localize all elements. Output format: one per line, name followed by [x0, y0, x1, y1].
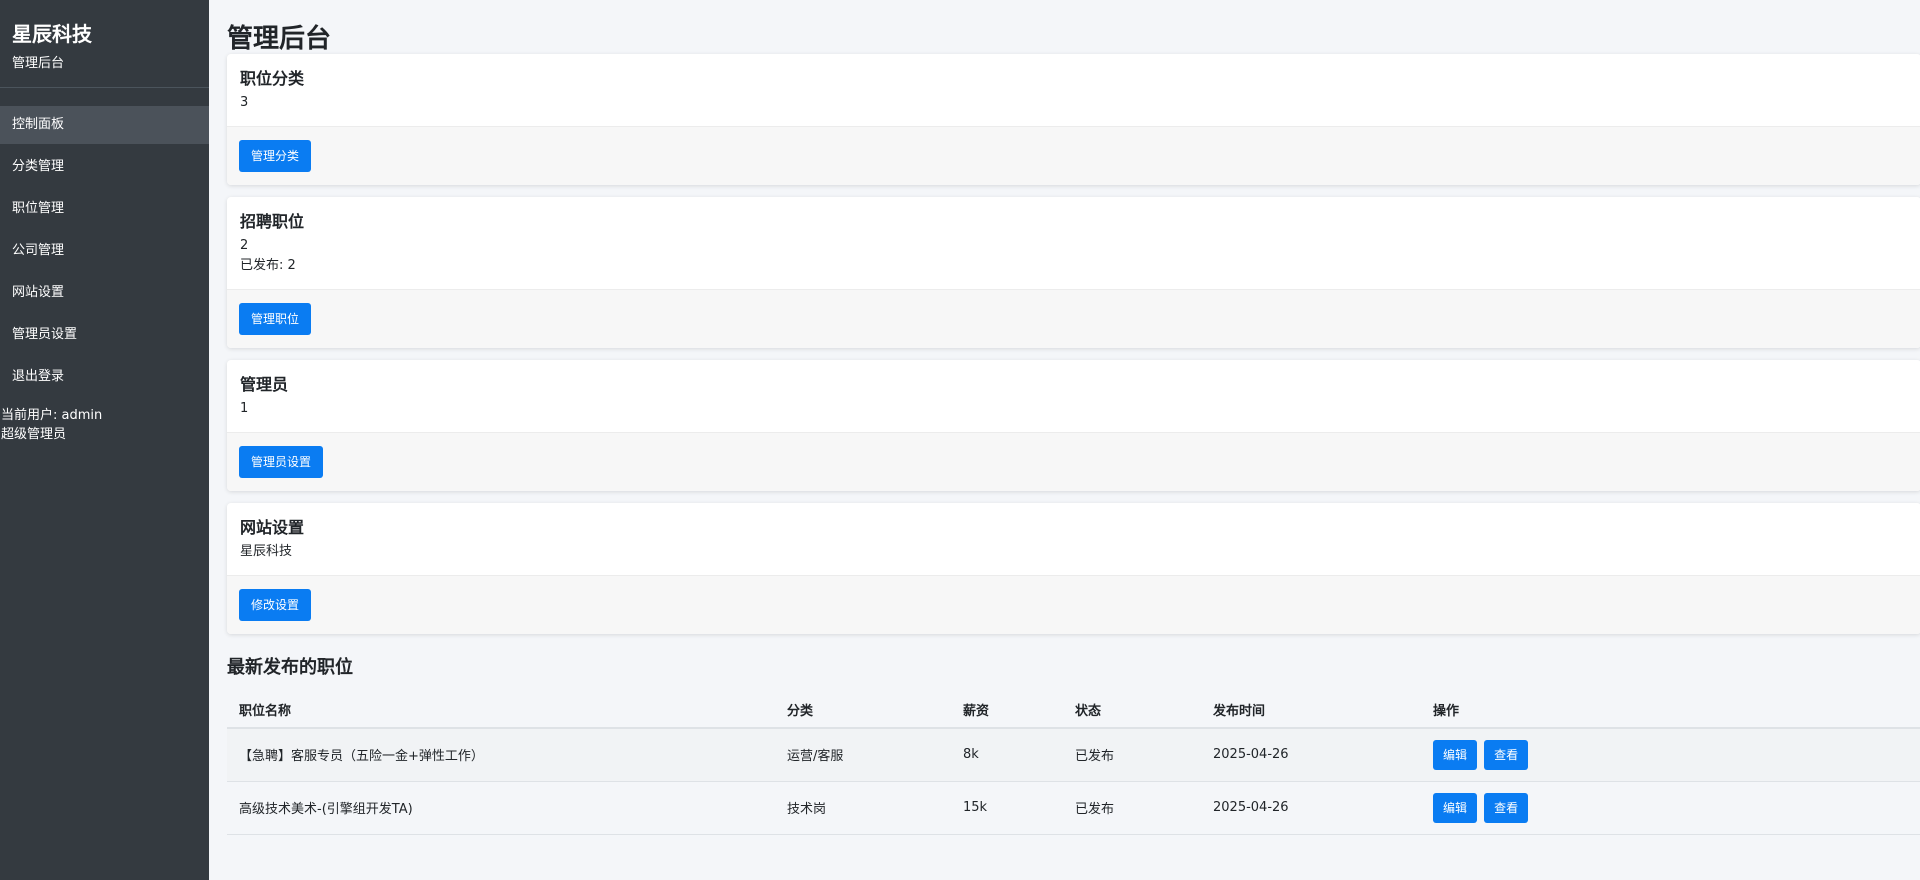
brand-subtitle: 管理后台: [12, 56, 65, 71]
card-title: 管理员: [240, 375, 289, 394]
job-date: 2025-04-26: [1201, 781, 1421, 835]
table-header-row: 职位名称 分类 薪资 状态 发布时间 操作: [227, 692, 1920, 729]
latest-jobs-title: 最新发布的职位: [227, 657, 353, 678]
job-actions: 编辑 查看: [1421, 781, 1920, 835]
admin-settings-button[interactable]: 管理员设置: [239, 446, 324, 478]
header-job-name: 职位名称: [227, 692, 775, 729]
manage-jobs-button[interactable]: 管理职位: [239, 303, 312, 335]
view-button[interactable]: 查看: [1484, 792, 1529, 823]
latest-jobs-table: 职位名称 分类 薪资 状态 发布时间 操作 【急聘】客服专员（五险一金+弹性工作…: [227, 692, 1920, 835]
card-title: 职位分类: [240, 69, 305, 88]
job-name: 【急聘】客服专员（五险一金+弹性工作）: [227, 728, 775, 782]
table-row: 高级技术美术-(引擎组开发TA) 技术岗 15k 已发布 2025-04-26 …: [227, 781, 1920, 835]
header-status: 状态: [1063, 692, 1201, 729]
job-actions: 编辑 查看: [1421, 728, 1920, 782]
card-value: 3: [240, 95, 249, 110]
card-footer: 管理分类: [227, 126, 1920, 185]
card-footer: 管理职位: [227, 289, 1920, 348]
card-site-settings: 网站设置 星辰科技 修改设置: [227, 503, 1920, 634]
header-category: 分类: [775, 692, 951, 729]
card-title: 招聘职位: [240, 212, 305, 231]
header-actions: 操作: [1421, 692, 1920, 729]
card-admins: 管理员 1 管理员设置: [227, 360, 1920, 491]
job-category: 技术岗: [775, 781, 951, 835]
card-body: 网站设置 星辰科技: [227, 503, 1920, 575]
job-status: 已发布: [1063, 728, 1201, 782]
sidebar-item-categories[interactable]: 分类管理: [0, 148, 209, 186]
view-button[interactable]: 查看: [1484, 739, 1529, 770]
job-category: 运营/客服: [775, 728, 951, 782]
card-value: 2: [240, 238, 249, 253]
header-salary: 薪资: [951, 692, 1063, 729]
card-body: 职位分类 3: [227, 54, 1920, 126]
main-content: 管理后台 职位分类 3 管理分类 招聘职位 2 已发布: 2 管理职位 管理员 …: [209, 0, 1920, 880]
header-publish-date: 发布时间: [1201, 692, 1421, 729]
edit-settings-button[interactable]: 修改设置: [239, 589, 312, 621]
sidebar-item-logout[interactable]: 退出登录: [0, 358, 209, 396]
job-status: 已发布: [1063, 781, 1201, 835]
sidebar-item-site-settings[interactable]: 网站设置: [0, 274, 209, 312]
brand: 星辰科技 管理后台: [0, 0, 209, 88]
sidebar-item-dashboard[interactable]: 控制面板: [0, 106, 209, 144]
job-salary: 15k: [951, 781, 1063, 835]
job-salary: 8k: [951, 728, 1063, 782]
job-date: 2025-04-26: [1201, 728, 1421, 782]
card-categories: 职位分类 3 管理分类: [227, 54, 1920, 185]
card-body: 管理员 1: [227, 360, 1920, 432]
current-user: 当前用户: admin: [1, 408, 103, 423]
sidebar-item-admin-settings[interactable]: 管理员设置: [0, 316, 209, 354]
table-row: 【急聘】客服专员（五险一金+弹性工作） 运营/客服 8k 已发布 2025-04…: [227, 728, 1920, 782]
page-title: 管理后台: [227, 24, 332, 54]
card-body: 招聘职位 2 已发布: 2: [227, 197, 1920, 289]
user-role: 超级管理员: [1, 427, 67, 442]
manage-categories-button[interactable]: 管理分类: [239, 140, 312, 172]
card-footer: 修改设置: [227, 575, 1920, 634]
card-value: 1: [240, 401, 249, 416]
card-jobs: 招聘职位 2 已发布: 2 管理职位: [227, 197, 1920, 348]
current-user-info: 当前用户: admin 超级管理员: [0, 406, 209, 444]
card-title: 网站设置: [240, 518, 305, 537]
card-published-count: 已发布: 2: [240, 258, 296, 273]
brand-title: 星辰科技: [12, 22, 92, 46]
sidebar-nav: 控制面板 分类管理 职位管理 公司管理 网站设置 管理员设置 退出登录: [0, 106, 209, 396]
edit-button[interactable]: 编辑: [1433, 792, 1478, 823]
edit-button[interactable]: 编辑: [1433, 739, 1478, 770]
sidebar-item-companies[interactable]: 公司管理: [0, 232, 209, 270]
sidebar-item-jobs[interactable]: 职位管理: [0, 190, 209, 228]
sidebar: 星辰科技 管理后台 控制面板 分类管理 职位管理 公司管理 网站设置 管理员设置…: [0, 0, 209, 880]
job-name: 高级技术美术-(引擎组开发TA): [227, 781, 775, 835]
card-footer: 管理员设置: [227, 432, 1920, 491]
card-value: 星辰科技: [240, 544, 293, 559]
